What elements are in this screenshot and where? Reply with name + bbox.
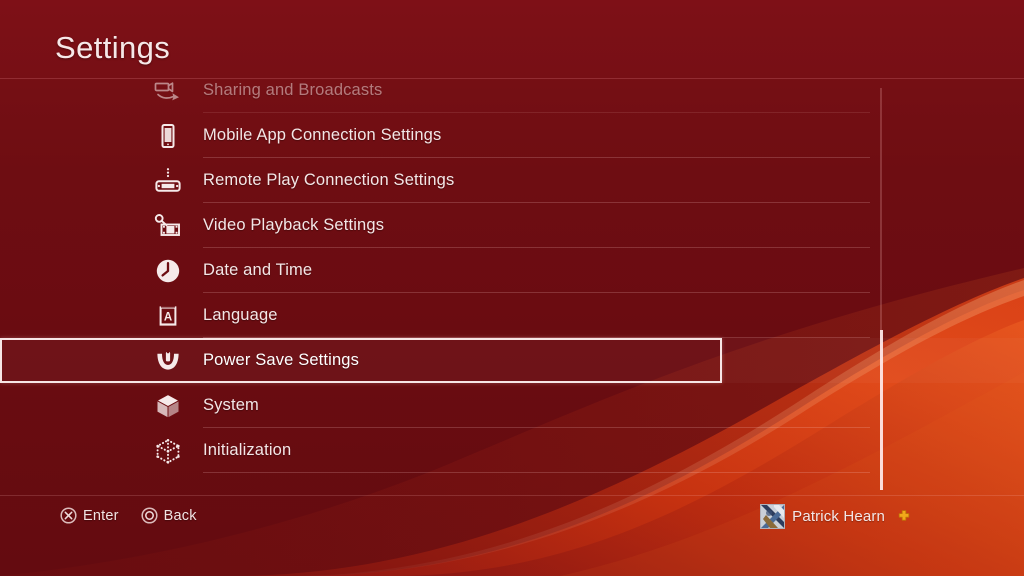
mobile-phone-icon bbox=[151, 119, 185, 153]
selection-highlight bbox=[0, 338, 722, 383]
button-hint: Enter bbox=[60, 507, 119, 524]
settings-list-item[interactable]: System bbox=[0, 383, 1024, 428]
cube-icon bbox=[151, 389, 185, 423]
ps-plus-icon bbox=[896, 509, 912, 525]
settings-list: Sharing and Broadcasts Mobile App Connec… bbox=[0, 80, 1024, 473]
sharing-broadcast-icon bbox=[151, 80, 185, 108]
button-hint: Back bbox=[141, 507, 197, 524]
button-hint-label: Enter bbox=[83, 507, 119, 524]
settings-list-item[interactable]: Mobile App Connection Settings bbox=[0, 113, 1024, 158]
settings-list-item[interactable]: Remote Play Connection Settings bbox=[0, 158, 1024, 203]
button-hints: Enter Back bbox=[60, 507, 197, 524]
list-divider bbox=[203, 472, 870, 473]
avatar bbox=[760, 504, 786, 529]
settings-list-item-label: Date and Time bbox=[203, 261, 313, 279]
username-label: Patrick Hearn bbox=[792, 508, 885, 525]
page-header: Settings bbox=[0, 0, 1024, 79]
settings-list-item-label: Initialization bbox=[203, 441, 292, 459]
power-save-icon bbox=[151, 344, 185, 378]
settings-list-item-label: Mobile App Connection Settings bbox=[203, 126, 442, 144]
footer-bar: Enter Back Patrick Hearn bbox=[0, 495, 1024, 576]
settings-list-item[interactable]: Power Save Settings bbox=[0, 338, 1024, 383]
settings-list-viewport[interactable]: Sharing and Broadcasts Mobile App Connec… bbox=[0, 80, 1024, 490]
settings-list-item-label: Remote Play Connection Settings bbox=[203, 171, 455, 189]
settings-list-item-label: Video Playback Settings bbox=[203, 216, 385, 234]
svg-text:A: A bbox=[164, 311, 172, 323]
cross-button-icon bbox=[60, 507, 77, 524]
settings-list-item[interactable]: Initialization bbox=[0, 428, 1024, 473]
settings-list-item-label: Power Save Settings bbox=[203, 351, 360, 369]
settings-list-item-label: Language bbox=[203, 306, 278, 324]
settings-list-item[interactable]: Video Playback Settings bbox=[0, 203, 1024, 248]
settings-list-item-label: Sharing and Broadcasts bbox=[203, 81, 383, 99]
film-strip-icon bbox=[151, 209, 185, 243]
user-area[interactable]: Patrick Hearn bbox=[760, 504, 912, 529]
settings-list-item[interactable]: Date and Time bbox=[0, 248, 1024, 293]
settings-list-item[interactable]: Sharing and Broadcasts bbox=[0, 80, 1024, 113]
circle-button-icon bbox=[141, 507, 158, 524]
settings-list-item-label: System bbox=[203, 396, 259, 414]
language-book-icon: A bbox=[151, 299, 185, 333]
dotted-cube-icon bbox=[151, 434, 185, 468]
button-hint-label: Back bbox=[163, 507, 197, 524]
scrollbar-thumb[interactable] bbox=[880, 330, 883, 490]
clock-icon bbox=[151, 254, 185, 288]
page-title: Settings bbox=[55, 30, 171, 65]
remote-play-device-icon bbox=[151, 164, 185, 198]
settings-list-item[interactable]: A Language bbox=[0, 293, 1024, 338]
